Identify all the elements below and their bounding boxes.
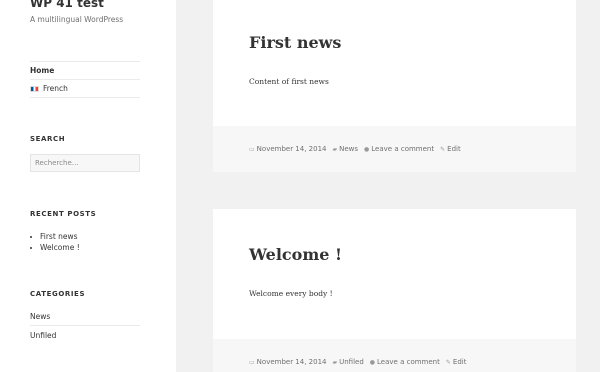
post-meta-footer: ▭ November 14, 2014 ▰ Unfiled ● Leave a …: [213, 339, 576, 372]
post-content: Content of first news: [249, 77, 329, 86]
recent-post-link[interactable]: Welcome !: [30, 242, 80, 253]
calendar-icon: ▭: [249, 145, 255, 153]
nav-item-label: Home: [30, 66, 55, 75]
post-card: Welcome ! Welcome every body !: [213, 209, 576, 339]
sidebar: WP 41 test A multilingual WordPress Home…: [0, 0, 176, 372]
post-category[interactable]: ▰ News: [332, 145, 358, 153]
search-widget-title: SEARCH: [30, 135, 66, 143]
nav-item-home[interactable]: Home: [30, 62, 140, 80]
nav-item-label: French: [43, 84, 68, 93]
site-description: A multilingual WordPress: [30, 15, 124, 24]
post-title[interactable]: Welcome !: [249, 245, 342, 264]
leave-comment-link[interactable]: ● Leave a comment: [364, 145, 434, 153]
recent-posts-title: RECENT POSTS: [30, 210, 97, 218]
post-category[interactable]: ▰ Unfiled: [332, 358, 363, 366]
post-content: Welcome every body !: [249, 289, 333, 298]
folder-icon: ▰: [332, 145, 338, 153]
category-link[interactable]: News: [30, 308, 140, 326]
pencil-icon: ✎: [445, 358, 451, 366]
site-title[interactable]: WP 41 test: [30, 0, 104, 10]
recent-post-link[interactable]: First news: [30, 231, 80, 242]
categories-title: CATEGORIES: [30, 290, 86, 298]
post-date[interactable]: ▭ November 14, 2014: [249, 145, 326, 153]
leave-comment-link[interactable]: ● Leave a comment: [370, 358, 440, 366]
category-link[interactable]: Unfiled: [30, 326, 140, 344]
nav-item-french[interactable]: French: [30, 80, 140, 98]
post-card: First news Content of first news: [213, 0, 576, 126]
edit-link[interactable]: ✎ Edit: [440, 145, 461, 153]
edit-link[interactable]: ✎ Edit: [446, 358, 467, 366]
recent-posts-list: First news Welcome !: [30, 231, 80, 253]
language-menu: Home French: [30, 61, 140, 98]
comment-icon: ●: [369, 358, 376, 366]
post-title[interactable]: First news: [249, 33, 341, 52]
search-input[interactable]: [30, 154, 140, 172]
comment-icon: ●: [364, 145, 370, 153]
post-meta-footer: ▭ November 14, 2014 ▰ News ● Leave a com…: [213, 126, 576, 172]
calendar-icon: ▭: [249, 358, 255, 366]
pencil-icon: ✎: [440, 145, 446, 153]
post-date[interactable]: ▭ November 14, 2014: [249, 358, 326, 366]
folder-icon: ▰: [332, 358, 338, 366]
french-flag-icon: [30, 85, 39, 92]
categories-list: News Unfiled: [30, 308, 140, 344]
